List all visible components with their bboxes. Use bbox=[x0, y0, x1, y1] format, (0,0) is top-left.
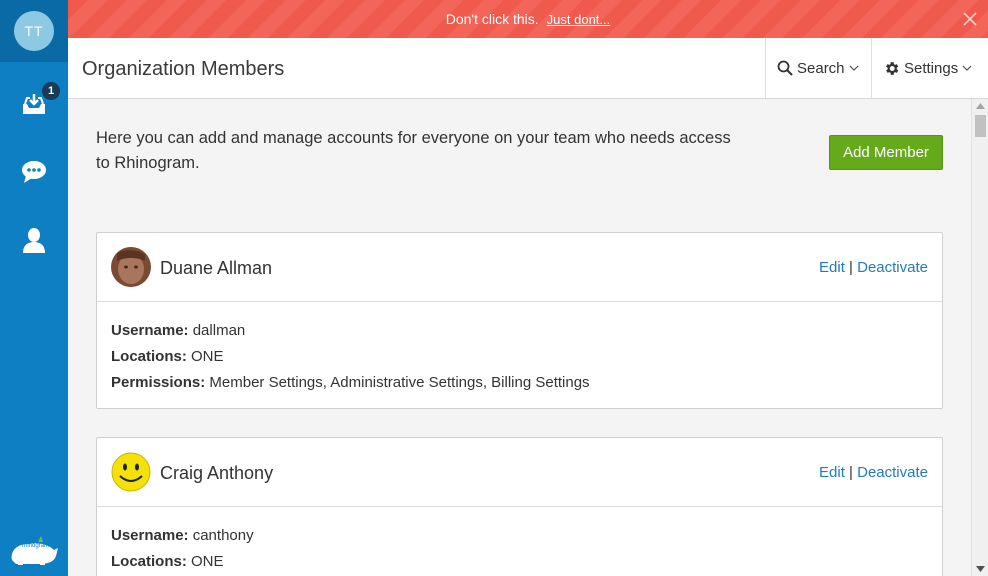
member-actions: Edit | Deactivate bbox=[819, 464, 928, 481]
action-separator: | bbox=[849, 464, 853, 481]
locations-value: ONE bbox=[191, 348, 224, 365]
add-member-button[interactable]: Add Member bbox=[829, 135, 943, 170]
member-card-header: Craig Anthony Edit | Deactivate bbox=[97, 438, 942, 507]
locations-row: Locations: ONE bbox=[111, 344, 928, 370]
scrollbar[interactable] bbox=[971, 99, 988, 576]
member-card: Duane Allman Edit | Deactivate Username:… bbox=[96, 232, 943, 409]
close-icon[interactable] bbox=[962, 11, 978, 27]
chat-bubble-icon bbox=[22, 161, 46, 183]
intro-text: Here you can add and manage accounts for… bbox=[96, 129, 731, 172]
permissions-row: Permissions: Member Settings, Administra… bbox=[111, 370, 928, 396]
member-card-header: Duane Allman Edit | Deactivate bbox=[97, 233, 942, 302]
edit-link[interactable]: Edit bbox=[819, 464, 845, 481]
action-separator: | bbox=[849, 259, 853, 276]
search-icon bbox=[777, 60, 793, 76]
banner-message: Don't click this. bbox=[445, 11, 539, 27]
scroll-down-arrow-icon[interactable] bbox=[976, 566, 985, 572]
chevron-down-icon bbox=[849, 65, 858, 71]
sidebar-item-inbox[interactable]: 1 bbox=[0, 80, 68, 126]
logo-text: rhinogram bbox=[22, 543, 50, 549]
chevron-down-icon bbox=[962, 65, 972, 71]
username-row: Username: dallman bbox=[111, 318, 928, 344]
scroll-thumb[interactable] bbox=[975, 115, 986, 137]
deactivate-link[interactable]: Deactivate bbox=[857, 259, 928, 276]
user-avatar-area[interactable]: TT bbox=[0, 0, 68, 62]
scroll-up-arrow-icon[interactable] bbox=[976, 103, 985, 109]
permissions-value: Member Settings, Administrative Settings… bbox=[209, 374, 590, 391]
edit-link[interactable]: Edit bbox=[819, 259, 845, 276]
rhinogram-logo: rhinogram bbox=[8, 530, 60, 566]
search-button[interactable]: Search bbox=[765, 38, 871, 98]
member-name: Duane Allman bbox=[160, 258, 273, 278]
person-icon bbox=[23, 228, 45, 253]
username-value: canthony bbox=[192, 527, 254, 544]
member-details: Username: dallman Locations: ONE Permiss… bbox=[97, 302, 942, 396]
member-name: Craig Anthony bbox=[160, 463, 274, 483]
username-label: Username: bbox=[111, 527, 189, 544]
locations-label: Locations: bbox=[111, 553, 187, 570]
user-avatar[interactable]: TT bbox=[14, 11, 54, 51]
permissions-label: Permissions: bbox=[111, 374, 206, 391]
sidebar: TT 1 rhinogram bbox=[0, 0, 68, 576]
deactivate-link[interactable]: Deactivate bbox=[857, 464, 928, 481]
member-actions: Edit | Deactivate bbox=[819, 259, 928, 276]
search-label: Search bbox=[797, 59, 845, 77]
settings-button[interactable]: Settings bbox=[871, 38, 988, 98]
sidebar-item-messages[interactable] bbox=[0, 150, 68, 194]
sidebar-item-contacts[interactable] bbox=[0, 218, 68, 262]
gear-icon bbox=[886, 61, 899, 75]
member-details: Username: canthony Locations: ONE bbox=[97, 507, 942, 575]
username-label: Username: bbox=[111, 322, 189, 339]
page-title: Organization Members bbox=[82, 58, 285, 80]
username-row: Username: canthony bbox=[111, 523, 928, 549]
locations-value: ONE bbox=[191, 553, 224, 570]
username-value: dallman bbox=[192, 322, 246, 339]
member-card: Craig Anthony Edit | Deactivate Username… bbox=[96, 437, 943, 576]
banner-link[interactable]: Just dont... bbox=[547, 12, 611, 27]
member-avatar bbox=[111, 247, 151, 287]
locations-row: Locations: ONE bbox=[111, 549, 928, 575]
member-avatar bbox=[111, 452, 151, 492]
locations-label: Locations: bbox=[111, 348, 187, 365]
page-header: Organization Members Search Settings bbox=[68, 38, 988, 99]
alert-banner: Don't click this. Just dont... bbox=[68, 0, 988, 38]
inbox-badge: 1 bbox=[40, 80, 62, 102]
settings-label: Settings bbox=[904, 59, 959, 77]
